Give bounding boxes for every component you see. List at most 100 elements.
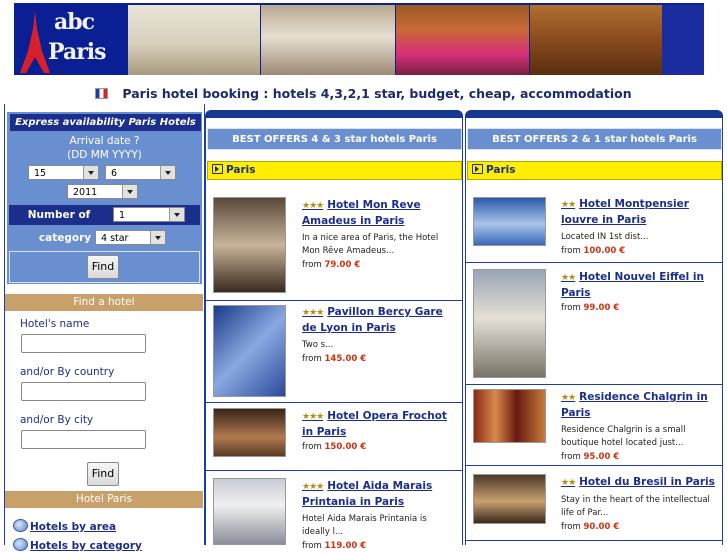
hotel-desc: Hotel Aida Marais Printania is ideally l… xyxy=(302,514,427,537)
category-select[interactable]: 4 star xyxy=(95,230,166,245)
hotel-name: Hotel Opera Frochot in Paris xyxy=(302,410,447,438)
hotel-stars: ★★ xyxy=(561,200,576,210)
hotel-stars: ★★★ xyxy=(302,201,324,211)
price-amount: 79.00 € xyxy=(324,260,361,270)
hotels-by-area-link[interactable]: Hotels by area xyxy=(13,515,116,534)
hotel-thumbnail[interactable] xyxy=(213,478,286,545)
price-amount: 150.00 € xyxy=(324,442,367,452)
hotel-name: Hotel Nouvel Eiffel in Paris xyxy=(561,271,704,299)
hotel-name-link[interactable]: ★★ Hotel Nouvel Eiffel in Paris xyxy=(561,270,716,301)
row-divider xyxy=(466,384,722,385)
price-prefix: from xyxy=(561,452,581,462)
hotel-card: ★★★ Hotel Mon Reve Amadeus in Paris In a … xyxy=(302,198,452,270)
hotel-thumbnail[interactable] xyxy=(473,197,546,246)
price-amount: 99.00 € xyxy=(583,303,620,313)
hotel-desc: Located IN 1st dist... xyxy=(561,232,649,242)
hotel-paris-heading: Hotel Paris xyxy=(5,491,203,508)
day-select[interactable]: 15 xyxy=(28,165,99,180)
price-amount: 95.00 € xyxy=(583,452,620,462)
price-prefix: from xyxy=(302,541,322,551)
hotel-stars: ★★★ xyxy=(302,412,324,422)
left-city-text: Paris xyxy=(226,164,256,176)
price-prefix: from xyxy=(561,522,581,532)
row-divider xyxy=(206,402,462,403)
row-divider xyxy=(206,470,462,471)
hotel-price: from 95.00 € xyxy=(561,452,716,462)
month-select[interactable]: 6 xyxy=(105,165,176,180)
row-divider xyxy=(466,540,722,541)
hotel-name: Hotel du Bresil in Paris xyxy=(579,476,715,488)
hotel-name: Hotel Montpensier louvre in Paris xyxy=(561,198,689,226)
category-value: 4 star xyxy=(101,233,129,244)
hotel-thumbnail[interactable] xyxy=(473,269,546,378)
hotel-name-link[interactable]: ★★★ Pavillon Bercy Gare de Lyon in Paris xyxy=(302,305,452,336)
hotel-thumbnail[interactable] xyxy=(213,197,286,293)
row-divider xyxy=(206,300,462,301)
hotel-desc: In a nice area of Paris, the Hotel Mon R… xyxy=(302,233,439,256)
chevron-down-icon xyxy=(83,166,98,179)
hotel-price: from 99.00 € xyxy=(561,303,716,313)
price-prefix: from xyxy=(561,246,581,256)
hotels-by-category-text: Hotels by category xyxy=(30,540,142,552)
arrival-format-text: (DD MM YYYY) xyxy=(67,149,142,161)
hotel-name-link[interactable]: ★★ Residence Chalgrin in Paris xyxy=(561,390,716,421)
hotel-price: from 79.00 € xyxy=(302,260,452,270)
city-input[interactable] xyxy=(21,430,146,449)
month-value: 6 xyxy=(111,168,118,179)
hotel-name-link[interactable]: ★★★ Hotel Mon Reve Amadeus in Paris xyxy=(302,198,452,229)
french-flag-icon xyxy=(95,88,109,99)
country-input[interactable] xyxy=(21,382,146,401)
right-column-top-cap xyxy=(465,110,723,118)
hotel-price: from 90.00 € xyxy=(561,522,716,532)
hotel-name-link[interactable]: ★★★ Hotel Aida Marais Printania in Paris xyxy=(302,479,452,510)
banner-photo-wood-room xyxy=(530,5,662,75)
hotel-name-label: Hotel's name xyxy=(20,318,90,330)
hotels-by-category-link[interactable]: Hotels by category xyxy=(13,534,142,553)
chevron-down-icon xyxy=(169,208,184,221)
arrow-right-icon xyxy=(472,164,483,174)
hotel-thumbnail[interactable] xyxy=(213,408,286,457)
hotel-card: ★★★ Pavillon Bercy Gare de Lyon in Paris … xyxy=(302,305,452,364)
left-column-heading: BEST OFFERS 4 & 3 star hotels Paris xyxy=(207,128,462,150)
eiffel-tower-icon xyxy=(20,11,50,73)
hotel-name-link[interactable]: ★★★ Hotel Opera Frochot in Paris xyxy=(302,409,452,440)
hotel-thumbnail[interactable] xyxy=(473,389,546,443)
hotel-name-input[interactable] xyxy=(21,334,146,353)
price-amount: 145.00 € xyxy=(324,354,367,364)
left-column-top-cap xyxy=(205,110,463,118)
day-value: 15 xyxy=(34,168,47,179)
hotel-name-link[interactable]: ★★ Hotel du Bresil in Paris xyxy=(561,475,716,491)
hotel-thumbnail[interactable] xyxy=(213,305,286,397)
find-hotel-button[interactable]: Find xyxy=(87,462,119,486)
hotel-price: from 119.00 € xyxy=(302,541,452,551)
logo-text-abc: abc xyxy=(54,9,95,35)
price-prefix: from xyxy=(302,354,322,364)
right-column-heading: BEST OFFERS 2 & 1 star hotels Paris xyxy=(467,128,722,150)
hotel-stars: ★★ xyxy=(561,273,576,283)
year-select[interactable]: 2011 xyxy=(67,184,138,199)
arrow-right-icon xyxy=(212,164,223,174)
row-divider xyxy=(466,465,722,466)
banner-photo-bedroom xyxy=(261,5,395,75)
availability-find-button[interactable]: Find xyxy=(87,255,119,279)
hotel-price: from 150.00 € xyxy=(302,442,452,452)
hotel-price: from 100.00 € xyxy=(561,246,716,256)
right-city-bar[interactable]: Paris xyxy=(467,161,722,180)
hotel-thumbnail[interactable] xyxy=(473,474,546,524)
price-prefix: from xyxy=(561,303,581,313)
left-city-bar[interactable]: Paris xyxy=(207,161,462,180)
nights-value: 1 xyxy=(119,210,126,221)
hotel-name-link[interactable]: ★★ Hotel Montpensier louvre in Paris xyxy=(561,197,716,228)
nights-select[interactable]: 1 xyxy=(113,207,185,222)
page-title: Paris hotel booking : hotels 4,3,2,1 sta… xyxy=(122,86,632,101)
price-amount: 119.00 € xyxy=(324,541,367,551)
site-logo[interactable]: abc Paris xyxy=(14,3,128,75)
logo-text-paris: Paris xyxy=(48,39,107,65)
hotel-name: Residence Chalgrin in Paris xyxy=(561,391,708,419)
hotel-price: from 145.00 € xyxy=(302,354,452,364)
hotels-by-area-text: Hotels by area xyxy=(30,521,117,533)
availability-heading: Express availability Paris Hotels xyxy=(9,113,202,132)
price-amount: 100.00 € xyxy=(583,246,626,256)
chevron-down-icon xyxy=(150,231,165,244)
hotel-desc: Stay in the heart of the intellectual li… xyxy=(561,495,710,518)
